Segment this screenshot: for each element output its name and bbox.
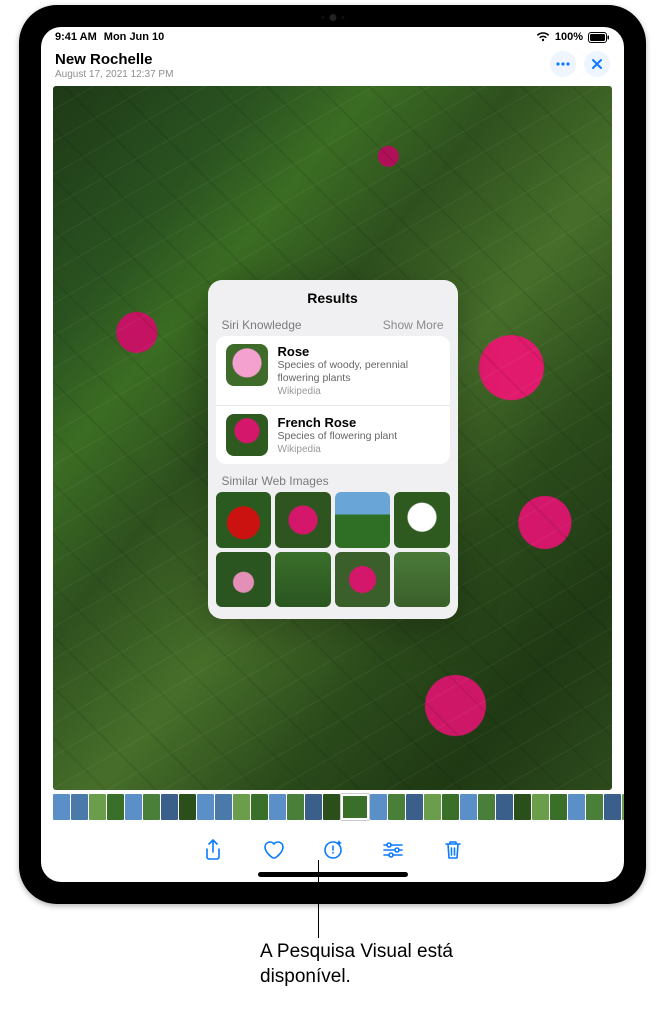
result-title: Rose — [278, 344, 440, 359]
home-indicator[interactable] — [258, 872, 408, 877]
more-button[interactable] — [550, 51, 576, 77]
bottom-toolbar — [41, 824, 624, 872]
visual-lookup-icon — [322, 839, 344, 861]
thumbnail[interactable] — [287, 794, 304, 820]
thumbnail[interactable] — [53, 794, 70, 820]
callout-line — [318, 860, 319, 938]
similar-image[interactable] — [275, 492, 331, 548]
thumbnail[interactable] — [233, 794, 250, 820]
close-button[interactable] — [584, 51, 610, 77]
similar-images-grid — [208, 492, 458, 613]
trash-icon — [444, 840, 462, 860]
photo-header: New Rochelle August 17, 2021 12:37 PM — [41, 47, 624, 86]
result-description: Species of flowering plant — [278, 430, 398, 443]
location-title: New Rochelle — [55, 51, 173, 68]
thumbnail[interactable] — [478, 794, 495, 820]
result-source: Wikipedia — [278, 386, 440, 397]
camera-icon — [329, 14, 336, 21]
photo-viewport[interactable]: Results Siri Knowledge Show More Rose Sp… — [41, 86, 624, 790]
similar-images-label: Similar Web Images — [208, 464, 458, 492]
callout-text: A Pesquisa Visual está disponível. — [260, 940, 520, 989]
screen: 9:41 AM Mon Jun 10 100% New Rochelle Aug… — [41, 27, 624, 882]
ipad-device-frame: 9:41 AM Mon Jun 10 100% New Rochelle Aug… — [19, 5, 646, 904]
thumbnail[interactable] — [269, 794, 286, 820]
edit-button[interactable] — [379, 836, 407, 864]
result-row-french-rose[interactable]: French Rose Species of flowering plant W… — [216, 406, 450, 464]
popover-title: Results — [208, 280, 458, 314]
thumbnail[interactable] — [125, 794, 142, 820]
thumbnail[interactable] — [143, 794, 160, 820]
thumbnail[interactable] — [496, 794, 513, 820]
thumbnail[interactable] — [323, 794, 340, 820]
thumbnail[interactable] — [406, 794, 423, 820]
thumbnail[interactable] — [215, 794, 232, 820]
thumbnail[interactable] — [251, 794, 268, 820]
similar-image[interactable] — [394, 492, 450, 548]
sliders-icon — [382, 841, 404, 859]
result-description: Species of woody, perennial flowering pl… — [278, 359, 440, 385]
wifi-icon — [536, 32, 550, 42]
thumbnail[interactable] — [586, 794, 603, 820]
thumbnail[interactable] — [604, 794, 621, 820]
siri-knowledge-card: Rose Species of woody, perennial floweri… — [216, 336, 450, 464]
favorite-button[interactable] — [259, 836, 287, 864]
thumbnail[interactable] — [532, 794, 549, 820]
thumbnail[interactable] — [460, 794, 477, 820]
siri-knowledge-label: Siri Knowledge — [222, 318, 302, 332]
status-bar: 9:41 AM Mon Jun 10 100% — [41, 27, 624, 47]
visual-lookup-results-popover: Results Siri Knowledge Show More Rose Sp… — [208, 280, 458, 619]
status-time: 9:41 AM — [55, 31, 97, 43]
thumbnail[interactable] — [568, 794, 585, 820]
thumbnail[interactable] — [514, 794, 531, 820]
thumbnail[interactable] — [442, 794, 459, 820]
thumbnail[interactable] — [424, 794, 441, 820]
photo-date: August 17, 2021 12:37 PM — [55, 69, 173, 80]
similar-image[interactable] — [275, 552, 331, 608]
close-icon — [591, 58, 603, 70]
similar-image[interactable] — [335, 492, 391, 548]
similar-image[interactable] — [216, 552, 272, 608]
thumbnail-scrubber[interactable] — [41, 790, 624, 824]
share-button[interactable] — [199, 836, 227, 864]
result-thumb-icon — [226, 414, 268, 456]
similar-image[interactable] — [394, 552, 450, 608]
show-more-button[interactable]: Show More — [383, 318, 444, 332]
thumbnail[interactable] — [107, 794, 124, 820]
thumbnail[interactable] — [341, 794, 369, 820]
result-source: Wikipedia — [278, 444, 398, 455]
result-thumb-icon — [226, 344, 268, 386]
thumbnail[interactable] — [89, 794, 106, 820]
similar-image[interactable] — [216, 492, 272, 548]
thumbnail[interactable] — [388, 794, 405, 820]
status-date: Mon Jun 10 — [104, 31, 165, 43]
share-icon — [204, 839, 222, 861]
thumbnail[interactable] — [370, 794, 387, 820]
battery-icon — [588, 32, 610, 43]
result-title: French Rose — [278, 415, 398, 430]
thumbnail[interactable] — [161, 794, 178, 820]
thumbnail[interactable] — [71, 794, 88, 820]
thumbnail[interactable] — [179, 794, 196, 820]
similar-image[interactable] — [335, 552, 391, 608]
trash-button[interactable] — [439, 836, 467, 864]
ellipsis-icon — [556, 62, 570, 66]
thumbnail[interactable] — [305, 794, 322, 820]
thumbnail[interactable] — [550, 794, 567, 820]
visual-lookup-button[interactable] — [319, 836, 347, 864]
result-row-rose[interactable]: Rose Species of woody, perennial floweri… — [216, 336, 450, 406]
thumbnail[interactable] — [622, 794, 624, 820]
heart-icon — [262, 840, 284, 860]
battery-percent: 100% — [555, 31, 583, 43]
thumbnail[interactable] — [197, 794, 214, 820]
